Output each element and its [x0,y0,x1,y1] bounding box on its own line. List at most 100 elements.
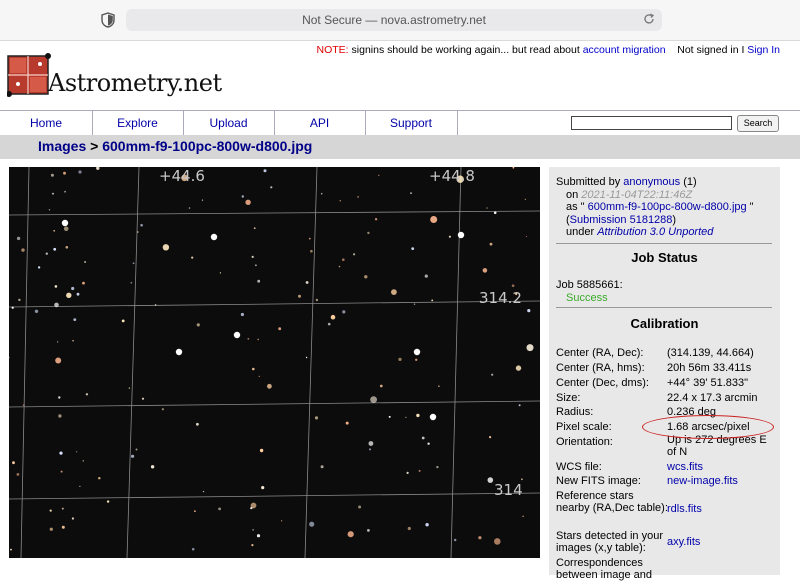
star [374,218,378,221]
star [48,209,51,211]
sign-in-link[interactable]: Sign In [747,44,780,56]
star [309,521,315,527]
submission-link[interactable]: Submission 5181288 [570,214,673,226]
star [425,523,429,527]
breadcrumb-separator: > [86,138,103,154]
breadcrumb: Images > 600mm-f9-100pc-800w-d800.jpg [0,135,800,159]
star [431,299,434,302]
star [527,309,531,313]
star [358,505,362,509]
star [342,310,346,314]
grid-label-dec-44-8: +44.8 [429,167,475,185]
star [128,387,131,389]
star [241,195,244,198]
star [298,294,301,298]
star [132,262,135,265]
star [252,367,255,371]
rdls-file-link[interactable]: rdls.fits [667,503,775,515]
star [342,258,345,261]
star [196,422,199,426]
star [137,231,139,233]
star [21,248,25,252]
account-migration-link[interactable]: account migration [583,44,666,56]
star [63,226,69,232]
address-bar[interactable]: Not Secure — nova.astrometry.net [126,9,662,31]
site-title: Astrometry.net [48,69,222,97]
star [72,339,74,342]
star [66,292,72,298]
cal-label-new-fits: New FITS image: [556,475,641,487]
star [378,174,380,177]
star [253,227,256,230]
submitted-by-label: Submitted by [556,176,624,188]
bright-star [175,348,183,356]
signin-status: Not signed in I [677,44,748,56]
star [421,436,425,440]
breadcrumb-images-link[interactable]: Images [38,138,86,154]
site-notice: NOTE: signins should be working again...… [317,44,780,56]
star [82,281,85,285]
star [78,170,82,174]
wcs-file-link[interactable]: wcs.fits [667,461,775,473]
star [327,322,331,326]
star [218,507,222,511]
star [150,465,155,469]
star [367,529,370,532]
star [61,507,64,510]
star [405,416,407,418]
star [191,547,195,551]
axy-file-link[interactable]: axy.fits [667,536,775,548]
star [257,279,261,283]
star [357,196,359,198]
reload-icon[interactable] [642,12,656,26]
star [416,413,420,418]
grid-label-ra-314-2: 314.2 [479,289,522,307]
star [411,247,415,250]
star [320,192,323,195]
star [76,292,80,296]
search-button[interactable]: Search [737,115,779,132]
submission-details: Submitted by anonymous (1) on 2021-11-04… [556,176,754,239]
submission-date: 2021-11-04T22:11:46Z [581,188,693,201]
browser-toolbar: Not Secure — nova.astrometry.net [0,0,800,41]
star [367,231,370,235]
star [135,448,138,451]
bright-star [457,231,465,239]
star [63,171,66,175]
star [85,393,89,396]
star [345,421,349,425]
star [202,490,205,493]
annotated-sky-image[interactable]: +44.6 +44.8 314.2 314 [9,167,540,558]
star [258,375,260,378]
star [247,337,250,340]
cal-label-orientation: Orientation: [556,436,613,448]
star [98,477,101,480]
star [196,323,200,327]
image-name-link[interactable]: 600mm-f9-100pc-800w-d800.jpg [588,201,747,213]
star [305,356,308,359]
license-link[interactable]: Attribution 3.0 Unported [597,226,713,238]
nav-upload[interactable]: Upload [183,111,275,135]
star [259,448,264,453]
search-input[interactable] [571,116,732,130]
star [320,465,324,469]
star [347,531,354,538]
nav-explore[interactable]: Explore [92,111,184,135]
new-fits-link[interactable]: new-image.fits [667,475,775,487]
star [489,436,492,439]
star [413,303,416,305]
breadcrumb-current: 600mm-f9-100pc-800w-d800.jpg [102,138,313,154]
submitter-link[interactable]: anonymous [623,176,680,188]
divider [556,243,772,244]
cal-label-radius: Radius: [556,406,594,418]
star [448,235,451,238]
star [424,274,428,278]
nav-home[interactable]: Home [0,111,93,135]
star [45,252,48,255]
star [315,298,319,302]
as-close: " [746,201,754,213]
star [512,167,515,169]
nav-support[interactable]: Support [365,111,458,135]
nav-api[interactable]: API [274,111,366,135]
bright-star [429,413,437,421]
